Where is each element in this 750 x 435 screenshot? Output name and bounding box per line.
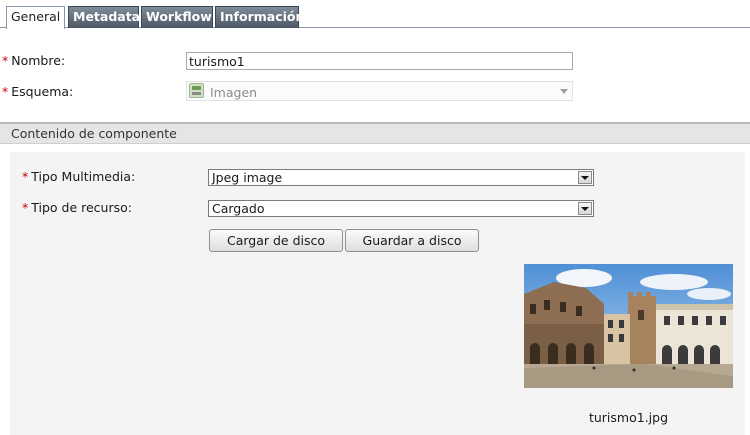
name-field[interactable]: [186, 52, 573, 70]
tab-metadata[interactable]: Metadata: [68, 6, 140, 28]
required-mark: *: [2, 53, 9, 68]
multimedia-type-label: * Tipo Multimedia:: [22, 169, 135, 184]
schema-value: Imagen: [210, 85, 258, 100]
tab-workflow[interactable]: Workflow: [141, 6, 213, 28]
multimedia-type-select[interactable]: Jpeg image: [208, 169, 594, 186]
schema-label: * Esquema:: [2, 84, 73, 99]
name-label: * Nombre:: [2, 53, 65, 68]
image-preview: [524, 264, 733, 388]
multimedia-type-value: Jpeg image: [212, 170, 283, 185]
chevron-down-icon[interactable]: [578, 171, 592, 184]
tab-general[interactable]: General: [6, 6, 65, 29]
section-header: Contenido de componente: [0, 122, 750, 144]
preview-filename: turismo1.jpg: [588, 410, 669, 425]
schema-select: Imagen: [186, 81, 573, 101]
save-to-disk-button[interactable]: Guardar a disco: [345, 229, 479, 252]
required-mark: *: [22, 169, 29, 184]
resource-type-label-text: Tipo de recurso:: [31, 200, 132, 215]
section-title: Contenido de componente: [11, 126, 177, 141]
resource-type-label: * Tipo de recurso:: [22, 200, 132, 215]
required-mark: *: [2, 84, 9, 99]
chevron-down-icon[interactable]: [578, 202, 592, 215]
tab-informacion[interactable]: Información: [215, 6, 304, 28]
chevron-down-icon: [560, 89, 568, 94]
schema-image-icon: [189, 83, 204, 98]
upload-from-disk-button[interactable]: Cargar de disco: [209, 229, 343, 252]
resource-type-select[interactable]: Cargado: [208, 200, 594, 217]
tab-bar: General Metadata Workflow Información: [0, 0, 750, 29]
resource-type-value: Cargado: [212, 201, 265, 216]
schema-label-text: Esquema:: [11, 84, 74, 99]
required-mark: *: [22, 200, 29, 215]
multimedia-type-label-text: Tipo Multimedia:: [31, 169, 136, 184]
name-label-text: Nombre:: [11, 53, 66, 68]
